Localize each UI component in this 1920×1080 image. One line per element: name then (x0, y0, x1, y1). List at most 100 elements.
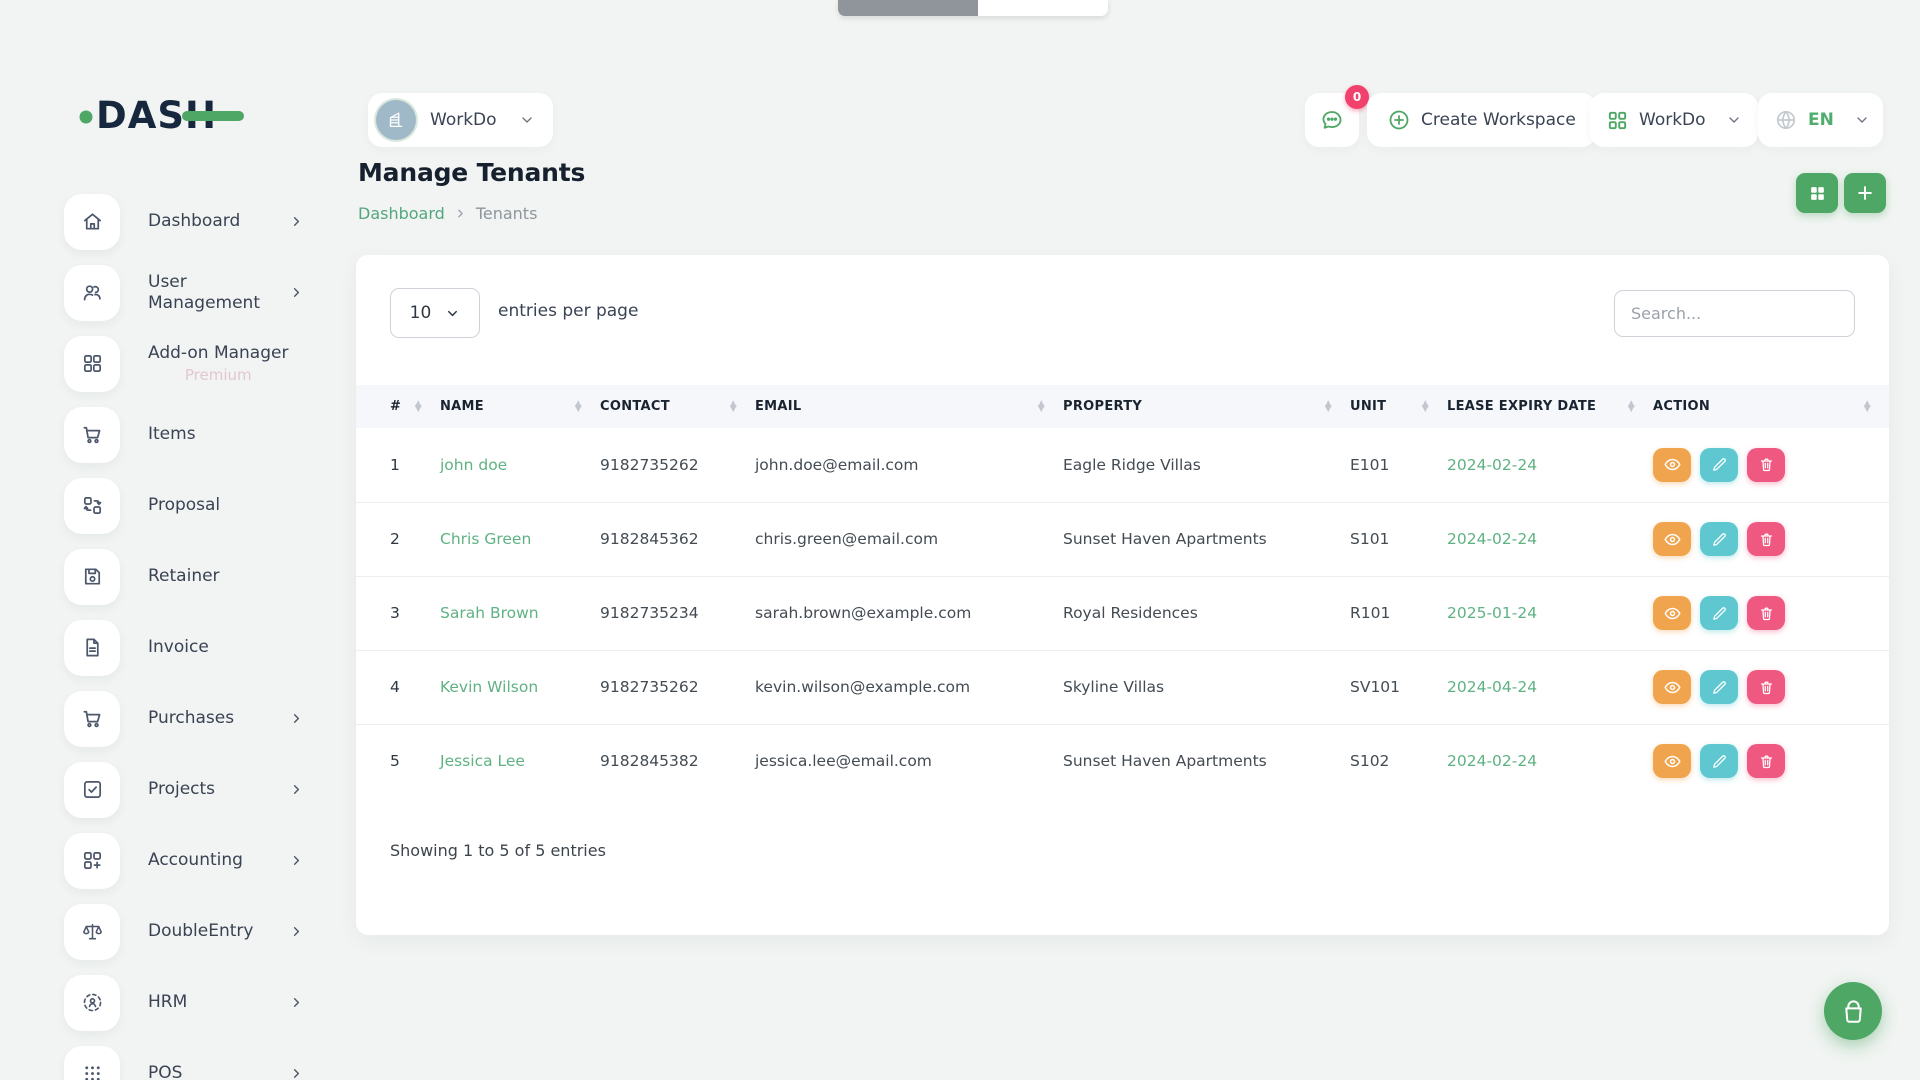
grid-view-button[interactable] (1796, 173, 1838, 213)
sidebar-item-pos[interactable]: POS (64, 1038, 304, 1080)
sidebar-item-user-management[interactable]: User Management (64, 257, 304, 328)
chevron-down-icon (1854, 112, 1870, 128)
edit-button[interactable] (1700, 744, 1738, 778)
table-row: 1 john doe 9182735262 john.doe@email.com… (356, 428, 1889, 502)
language-dropdown[interactable]: EN (1758, 93, 1883, 147)
cell-property: Eagle Ridge Villas (1063, 428, 1350, 502)
entries-per-page-label: entries per page (498, 301, 638, 321)
edit-button[interactable] (1700, 596, 1738, 630)
tenants-table: #▲▼ NAME▲▼ CONTACT▲▼ EMAIL▲▼ PROPERTY▲▼ … (356, 385, 1889, 798)
brand-logo[interactable]: DASH (78, 88, 248, 136)
sidebar-item-projects[interactable]: Projects (64, 754, 304, 825)
messenger-button[interactable]: 0 (1305, 93, 1359, 147)
column-header-name[interactable]: NAME▲▼ (440, 385, 600, 428)
edit-button[interactable] (1700, 522, 1738, 556)
pencil-icon (1711, 753, 1728, 770)
tenants-card: 10 entries per page #▲▼ NAME▲▼ CONTACT▲▼… (356, 255, 1889, 935)
sort-icon[interactable]: ▲▼ (575, 402, 582, 411)
sidebar-item-invoice[interactable]: Invoice (64, 612, 304, 683)
chevron-right-icon (289, 285, 304, 300)
marketplace-fab[interactable] (1824, 982, 1882, 1040)
sidebar-item-addon-manager[interactable]: Add-on Manager Premium (64, 328, 304, 399)
scales-icon (64, 904, 120, 960)
cell-lease-expiry: 2025-01-24 (1447, 604, 1537, 622)
sort-icon[interactable]: ▲▼ (415, 402, 422, 411)
column-header-email[interactable]: EMAIL▲▼ (755, 385, 1063, 428)
workspace-name: WorkDo (430, 110, 497, 130)
cell-unit: R101 (1350, 576, 1447, 650)
trash-icon (1758, 605, 1775, 622)
sort-icon[interactable]: ▲▼ (1325, 402, 1332, 411)
breadcrumb: Dashboard Tenants (358, 204, 537, 223)
sidebar-item-doubleentry[interactable]: DoubleEntry (64, 896, 304, 967)
sidebar-item-label: User Management (148, 272, 289, 313)
sidebar-item-accounting[interactable]: Accounting (64, 825, 304, 896)
cart-icon (64, 691, 120, 747)
tenant-name-link[interactable]: john doe (440, 456, 507, 474)
chevron-right-icon (289, 924, 304, 939)
breadcrumb-dashboard-link[interactable]: Dashboard (358, 204, 445, 223)
plus-circle-icon (1387, 108, 1411, 132)
chevron-down-icon (445, 306, 460, 321)
chevron-right-icon (289, 853, 304, 868)
eye-icon (1663, 530, 1682, 549)
cell-contact: 9182735262 (600, 650, 755, 724)
sidebar-item-hrm[interactable]: HRM (64, 967, 304, 1038)
table-row: 3 Sarah Brown 9182735234 sarah.brown@exa… (356, 576, 1889, 650)
sidebar-item-proposal[interactable]: Proposal (64, 470, 304, 541)
tenant-name-link[interactable]: Kevin Wilson (440, 678, 538, 696)
sidebar-item-items[interactable]: Items (64, 399, 304, 470)
sidebar-item-dashboard[interactable]: Dashboard (64, 186, 304, 257)
delete-button[interactable] (1747, 744, 1785, 778)
add-tenant-button[interactable] (1844, 173, 1886, 213)
column-header-lease-expiry[interactable]: LEASE EXPIRY DATE▲▼ (1447, 385, 1653, 428)
view-button[interactable] (1653, 522, 1691, 556)
entries-per-page-select[interactable]: 10 (390, 288, 480, 338)
pencil-icon (1711, 679, 1728, 696)
sort-icon[interactable]: ▲▼ (1864, 402, 1871, 411)
delete-button[interactable] (1747, 448, 1785, 482)
cell-email: sarah.brown@example.com (755, 576, 1063, 650)
tenant-name-link[interactable]: Sarah Brown (440, 604, 539, 622)
table-row: 2 Chris Green 9182845362 chris.green@ema… (356, 502, 1889, 576)
sort-icon[interactable]: ▲▼ (730, 402, 737, 411)
column-header-property[interactable]: PROPERTY▲▼ (1063, 385, 1350, 428)
search-input[interactable] (1614, 290, 1855, 337)
view-button[interactable] (1653, 448, 1691, 482)
cell-index: 1 (356, 428, 440, 502)
home-icon (64, 194, 120, 250)
edit-button[interactable] (1700, 670, 1738, 704)
column-header-index[interactable]: #▲▼ (356, 385, 440, 428)
chevron-right-icon (289, 214, 304, 229)
workspace-switcher[interactable]: WorkDo (368, 93, 553, 147)
tenant-name-link[interactable]: Chris Green (440, 530, 531, 548)
cell-unit: S102 (1350, 724, 1447, 798)
top-center-artifact (838, 0, 1108, 16)
tenant-name-link[interactable]: Jessica Lee (440, 752, 525, 770)
view-button[interactable] (1653, 670, 1691, 704)
apps-dropdown[interactable]: WorkDo (1590, 93, 1758, 147)
view-button[interactable] (1653, 596, 1691, 630)
create-workspace-button[interactable]: Create Workspace (1367, 93, 1596, 147)
premium-badge: Premium (148, 366, 288, 384)
edit-button[interactable] (1700, 448, 1738, 482)
column-header-action[interactable]: ACTION▲▼ (1653, 385, 1889, 428)
sort-icon[interactable]: ▲▼ (1628, 402, 1635, 411)
sidebar-item-retainer[interactable]: Retainer (64, 541, 304, 612)
column-header-contact[interactable]: CONTACT▲▼ (600, 385, 755, 428)
column-header-unit[interactable]: UNIT▲▼ (1350, 385, 1447, 428)
delete-button[interactable] (1747, 522, 1785, 556)
cell-unit: E101 (1350, 428, 1447, 502)
apps-dropdown-label: WorkDo (1639, 110, 1706, 130)
sort-icon[interactable]: ▲▼ (1038, 402, 1045, 411)
sort-icon[interactable]: ▲▼ (1422, 402, 1429, 411)
view-button[interactable] (1653, 744, 1691, 778)
delete-button[interactable] (1747, 670, 1785, 704)
sidebar-item-purchases[interactable]: Purchases (64, 683, 304, 754)
page-title: Manage Tenants (358, 158, 585, 187)
sidebar-item-label: Items (148, 424, 196, 444)
cell-property: Skyline Villas (1063, 650, 1350, 724)
delete-button[interactable] (1747, 596, 1785, 630)
sidebar-item-label: Dashboard (148, 211, 240, 231)
create-workspace-label: Create Workspace (1421, 110, 1576, 130)
